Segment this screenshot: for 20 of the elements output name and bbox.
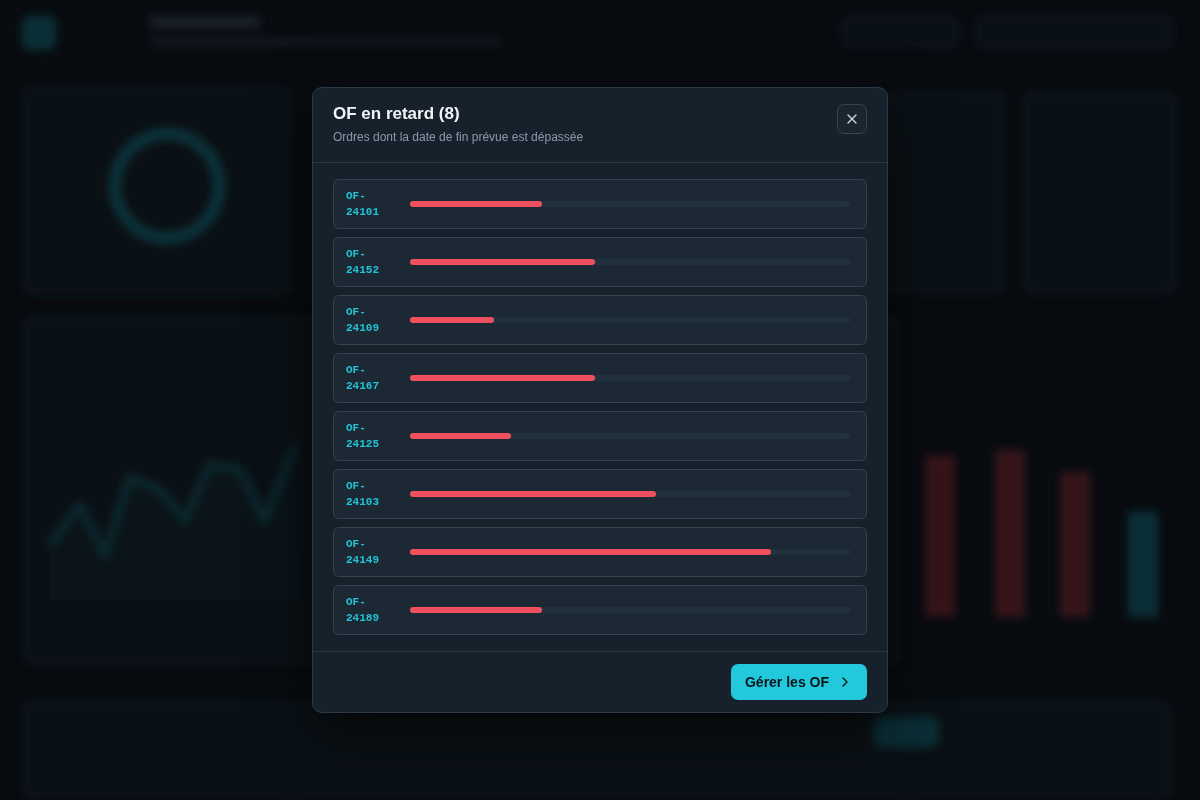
order-id: OF-24125 — [346, 421, 380, 452]
order-id: OF-24189 — [346, 595, 380, 626]
dialog-title: OF en retard (8) — [333, 104, 461, 124]
order-id: OF-24109 — [346, 305, 380, 336]
order-id: OF-24101 — [346, 189, 380, 220]
order-row[interactable]: OF-24152 — [333, 237, 867, 287]
order-row[interactable]: OF-24101 — [333, 179, 867, 229]
manage-orders-button[interactable]: Gérer les OF — [730, 664, 867, 700]
order-row[interactable]: OF-24125 — [333, 411, 867, 461]
order-row[interactable]: OF-24167 — [333, 353, 867, 403]
order-id: OF-24152 — [346, 247, 380, 278]
dialog-subtitle: Ordres dont la date de fin prévue est dépassée — [333, 130, 584, 144]
order-row[interactable]: OF-24189 — [333, 585, 867, 635]
order-id: OF-24149 — [346, 537, 380, 568]
order-row[interactable]: OF-24109 — [333, 295, 867, 345]
order-id: OF-24103 — [346, 479, 380, 510]
order-row[interactable]: OF-24149 — [333, 527, 867, 577]
close-button[interactable] — [837, 104, 867, 134]
order-row[interactable]: OF-24103 — [333, 469, 867, 519]
order-id: OF-24167 — [346, 363, 380, 394]
